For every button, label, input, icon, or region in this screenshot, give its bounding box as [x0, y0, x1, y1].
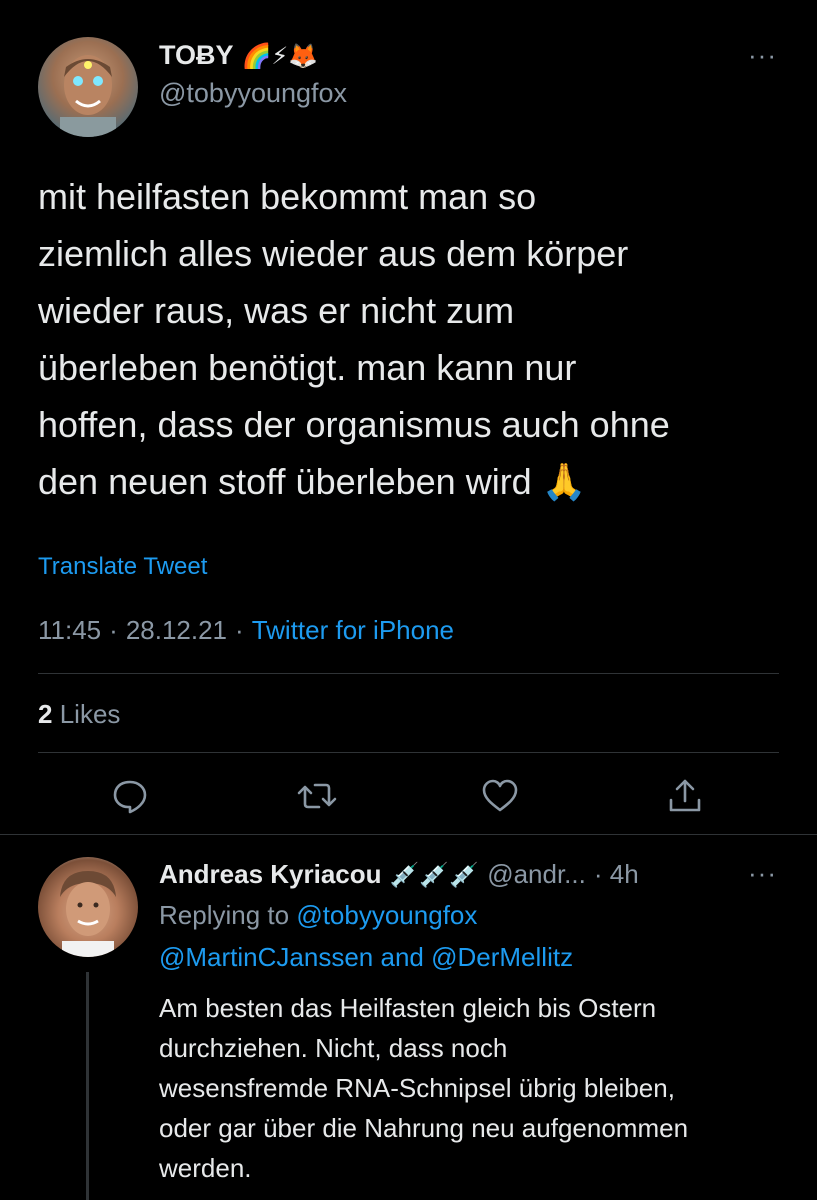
share-icon	[669, 779, 701, 812]
reply-text: Am besten das Heilfasten gleich bis Oste…	[159, 993, 689, 1183]
replying-to-line-2: @MartinCJanssen and @DerMellitz	[159, 942, 573, 973]
reply-header: Andreas Kyriacou 💉💉💉 @andr... · 4h	[159, 859, 639, 890]
author-handle[interactable]: @tobyyoungfox	[159, 78, 347, 109]
like-icon	[482, 779, 518, 812]
replying-to-user[interactable]: @MartinCJanssen	[159, 942, 373, 972]
reply-icon	[113, 780, 147, 814]
author-name-emojis: 🌈⚡🦊	[241, 41, 319, 70]
reply-author-avatar[interactable]	[38, 857, 138, 957]
reply-author-handle[interactable]: @andr...	[487, 859, 586, 890]
tweet-date[interactable]: 28.12.21	[126, 615, 227, 646]
tweet-time[interactable]: 11:45	[38, 615, 101, 646]
like-button[interactable]	[478, 774, 522, 818]
reply-more-options-icon[interactable]: ···	[748, 858, 777, 889]
avatar-image	[60, 871, 116, 957]
likes-number: 2	[38, 699, 53, 729]
replying-to-line: Replying to @tobyyoungfox	[159, 900, 477, 931]
author-avatar[interactable]	[38, 37, 138, 137]
replying-to-user[interactable]: @DerMellitz	[431, 942, 573, 972]
replying-to-label: Replying to	[159, 900, 290, 930]
more-options-icon[interactable]: ···	[748, 40, 777, 71]
replying-to-and: and	[380, 942, 424, 972]
reply-time[interactable]: · 4h	[594, 859, 639, 890]
tweet-source[interactable]: Twitter for iPhone	[252, 615, 454, 646]
likes-count[interactable]: 2 Likes	[38, 699, 120, 730]
retweet-icon	[297, 783, 337, 809]
divider	[0, 834, 817, 835]
share-button[interactable]	[663, 774, 707, 818]
thread-line	[86, 972, 89, 1200]
translate-tweet-link[interactable]: Translate Tweet	[38, 553, 207, 581]
divider	[38, 673, 779, 674]
avatar-image	[60, 55, 116, 137]
author-name[interactable]: TOɃY	[159, 40, 234, 71]
replying-to-user[interactable]: @tobyyoungfox	[296, 900, 477, 930]
tweet-text: mit heilfasten bekommt man so ziemlich a…	[38, 176, 670, 502]
reply-button[interactable]	[108, 774, 152, 818]
reply-author-emojis: 💉💉💉	[389, 860, 480, 889]
retweet-button[interactable]	[295, 774, 339, 818]
likes-label: Likes	[59, 699, 121, 729]
meta-separator: ·	[235, 615, 244, 645]
meta-separator: ·	[109, 615, 118, 645]
reply-author-name[interactable]: Andreas Kyriacou	[159, 859, 382, 890]
tweet-meta: 11:45 · 28.12.21 · Twitter for iPhone	[38, 615, 454, 646]
author-name-row[interactable]: TOɃY 🌈⚡🦊	[159, 40, 318, 71]
divider	[38, 752, 779, 753]
